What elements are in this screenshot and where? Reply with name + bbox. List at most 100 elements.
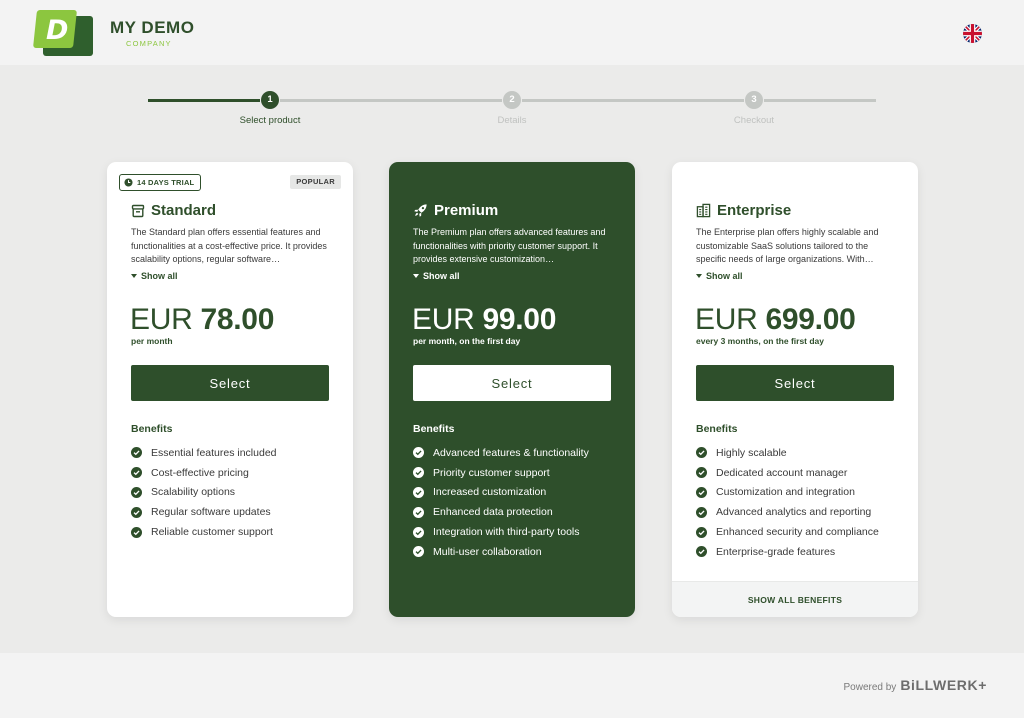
step-1-label: Select product — [239, 115, 301, 126]
plan-card-premium: Premium The Premium plan offers advanced… — [389, 162, 635, 617]
plan-price: EUR 699.00 — [695, 303, 856, 337]
check-circle-icon — [131, 506, 142, 518]
benefits-title: Benefits — [696, 423, 738, 435]
powered-by[interactable]: Powered by BiLLWERK+ — [844, 677, 988, 693]
step-3-indicator[interactable]: 3 — [745, 91, 763, 109]
plan-header: Standard — [131, 202, 216, 219]
show-all-link[interactable]: Show all — [413, 271, 460, 281]
show-all-link[interactable]: Show all — [131, 271, 178, 281]
benefit-label: Essential features included — [151, 446, 277, 459]
select-enterprise-button[interactable]: Select — [696, 365, 894, 401]
benefit-label: Increased customization — [433, 486, 547, 499]
plan-description: The Premium plan offers advanced feature… — [413, 227, 606, 265]
benefit-item: Advanced features & functionality — [413, 443, 589, 463]
benefits-title: Benefits — [131, 423, 173, 435]
caret-down-icon — [696, 274, 702, 278]
benefit-item: Essential features included — [131, 443, 277, 463]
plan-name: Premium — [434, 202, 499, 219]
check-circle-icon — [413, 486, 424, 498]
benefit-item: Cost-effective pricing — [131, 463, 277, 483]
check-circle-icon — [413, 447, 424, 459]
benefit-label: Integration with third-party tools — [433, 526, 580, 539]
show-all-label: Show all — [706, 271, 743, 281]
step-2-indicator[interactable]: 2 — [503, 91, 521, 109]
caret-down-icon — [413, 274, 419, 278]
caret-down-icon — [131, 274, 137, 278]
clock-icon — [124, 178, 133, 187]
benefit-item: Regular software updates — [131, 502, 277, 522]
trial-badge: 14 DAYS TRIAL — [119, 174, 202, 191]
check-circle-icon — [696, 467, 707, 479]
benefit-label: Priority customer support — [433, 466, 550, 479]
benefits-list: Highly scalable Dedicated account manage… — [696, 443, 879, 562]
price-amount: 99.00 — [482, 303, 557, 336]
benefits-title: Benefits — [413, 423, 455, 435]
show-all-label: Show all — [423, 271, 460, 281]
benefit-item: Customization and integration — [696, 483, 879, 503]
show-all-label: Show all — [141, 271, 178, 281]
benefit-item: Priority customer support — [413, 463, 589, 483]
benefit-label: Dedicated account manager — [716, 466, 848, 479]
benefit-item: Multi-user collaboration — [413, 542, 589, 562]
benefit-label: Enterprise-grade features — [716, 545, 836, 558]
benefit-label: Cost-effective pricing — [151, 466, 249, 479]
show-all-link[interactable]: Show all — [696, 271, 743, 281]
uk-flag-icon[interactable] — [963, 24, 982, 43]
benefit-item: Dedicated account manager — [696, 463, 879, 483]
plan-name: Standard — [151, 202, 217, 219]
price-amount: 699.00 — [765, 303, 856, 336]
plan-header: Enterprise — [696, 202, 791, 219]
check-circle-icon — [696, 546, 707, 558]
plan-description: The Standard plan offers essential featu… — [131, 227, 327, 265]
building-icon — [696, 203, 711, 218]
check-circle-icon — [131, 447, 142, 459]
app-footer: Powered by BiLLWERK+ — [0, 653, 1024, 718]
provider-logo: BiLLWERK+ — [900, 677, 987, 693]
check-circle-icon — [413, 526, 424, 538]
plan-card-standard: 14 DAYS TRIAL POPULAR Standard The Stand… — [107, 162, 353, 617]
benefit-item: Advanced analytics and reporting — [696, 502, 879, 522]
billing-period: per month — [131, 336, 173, 346]
check-circle-icon — [696, 447, 707, 459]
benefit-label: Scalability options — [151, 486, 236, 499]
show-all-benefits-button[interactable]: SHOW ALL BENEFITS — [672, 581, 918, 617]
benefits-list: Advanced features & functionality Priori… — [413, 443, 589, 562]
plan-price: EUR 99.00 — [412, 303, 556, 337]
step-line — [280, 99, 502, 102]
benefit-item: Integration with third-party tools — [413, 522, 589, 542]
benefit-label: Customization and integration — [716, 486, 855, 499]
step-2-label: Details — [497, 115, 527, 126]
benefit-item: Enterprise-grade features — [696, 542, 879, 562]
benefit-label: Enhanced data protection — [433, 506, 553, 519]
price-currency: EUR — [130, 303, 193, 336]
billing-period: every 3 months, on the first day — [696, 336, 825, 346]
popular-badge: POPULAR — [290, 175, 341, 189]
step-progress-line — [148, 99, 260, 102]
select-standard-button[interactable]: Select — [131, 365, 329, 401]
select-premium-button[interactable]: Select — [413, 365, 611, 401]
step-1-indicator[interactable]: 1 — [261, 91, 279, 109]
powered-by-label: Powered by — [843, 682, 897, 693]
benefit-item: Increased customization — [413, 483, 589, 503]
storage-icon — [131, 204, 145, 217]
check-circle-icon — [696, 486, 707, 498]
rocket-icon — [414, 204, 427, 217]
benefit-item: Highly scalable — [696, 443, 879, 463]
logo-letter: D — [46, 15, 69, 46]
company-subtitle: COMPANY — [126, 39, 172, 48]
billing-period: per month, on the first day — [413, 336, 521, 346]
plan-card-enterprise: Enterprise The Enterprise plan offers hi… — [672, 162, 918, 617]
trial-badge-label: 14 DAYS TRIAL — [137, 178, 195, 187]
company-name: MY DEMO — [110, 18, 195, 37]
plan-name: Enterprise — [717, 202, 792, 219]
app-header: D MY DEMO COMPANY — [0, 0, 1024, 65]
plan-header: Premium — [413, 202, 498, 219]
check-circle-icon — [413, 506, 424, 518]
company-logo[interactable]: D — [33, 10, 93, 56]
benefit-label: Highly scalable — [716, 446, 787, 459]
check-circle-icon — [696, 506, 707, 518]
check-circle-icon — [131, 467, 142, 479]
step-line — [522, 99, 744, 102]
benefits-list: Essential features included Cost-effecti… — [131, 443, 277, 542]
benefit-item: Enhanced security and compliance — [696, 522, 879, 542]
